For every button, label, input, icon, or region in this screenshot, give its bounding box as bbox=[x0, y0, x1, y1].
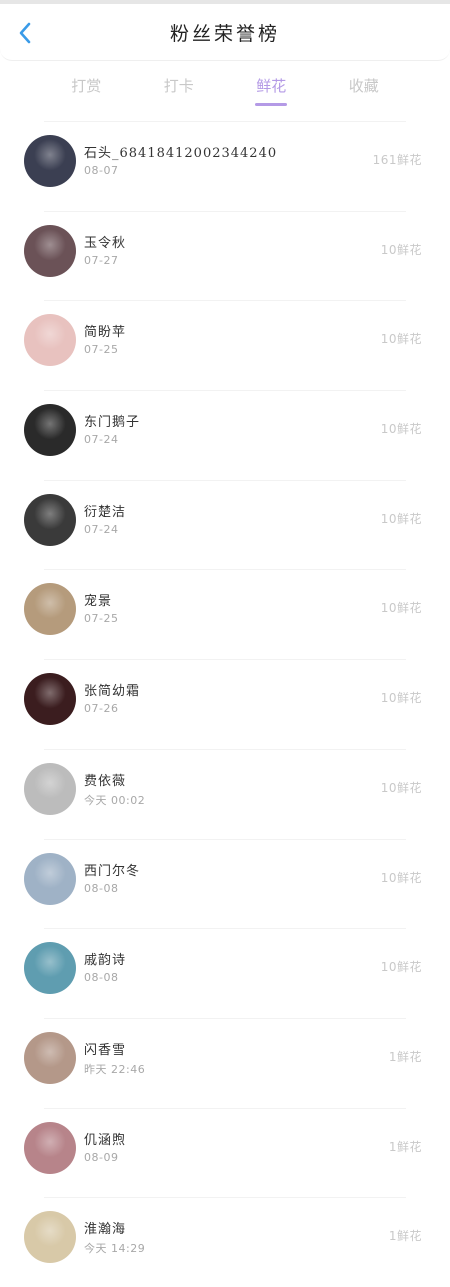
user-date: 08-08 bbox=[84, 971, 119, 985]
user-date: 07-24 bbox=[84, 522, 119, 536]
avatar[interactable] bbox=[24, 135, 76, 187]
avatar[interactable] bbox=[24, 942, 76, 995]
flower-count: 1鲜花 bbox=[388, 1139, 422, 1154]
user-name: 戚韵诗 bbox=[84, 953, 127, 969]
avatar[interactable] bbox=[24, 1211, 76, 1264]
user-date: 07-25 bbox=[84, 343, 119, 357]
tab-flowers[interactable]: 鲜花 bbox=[241, 61, 301, 106]
flower-count: 10鲜花 bbox=[380, 691, 422, 706]
tab-label: 打卡 bbox=[163, 77, 194, 95]
flower-count: 10鲜花 bbox=[380, 332, 422, 347]
avatar[interactable] bbox=[24, 673, 76, 726]
tab-underline bbox=[255, 103, 288, 106]
flower-count: 10鲜花 bbox=[380, 511, 422, 526]
user-name: 西门尔冬 bbox=[84, 863, 141, 879]
tab-bar: 打赏 打卡 鲜花 收藏 bbox=[0, 61, 450, 121]
divider bbox=[44, 300, 406, 302]
list-item[interactable]: 西门尔冬 08-08 10鲜花 bbox=[0, 838, 450, 929]
tab-tip[interactable]: 打赏 bbox=[56, 61, 116, 96]
user-date: 今天 14:29 bbox=[84, 1242, 146, 1256]
list-item[interactable]: 东门鹅子 07-24 10鲜花 bbox=[0, 390, 450, 480]
user-name: 玉令秋 bbox=[84, 235, 127, 251]
user-name: 闪香雪 bbox=[84, 1042, 127, 1058]
flower-count: 10鲜花 bbox=[380, 242, 422, 257]
list-item[interactable]: 简盼苹 07-25 10鲜花 bbox=[0, 300, 450, 390]
tab-checkin[interactable]: 打卡 bbox=[149, 61, 209, 96]
user-name: 衍楚洁 bbox=[84, 504, 127, 520]
avatar[interactable] bbox=[24, 493, 76, 546]
flower-count: 10鲜花 bbox=[380, 870, 422, 885]
user-date: 08-08 bbox=[84, 881, 119, 895]
user-name: 石头_68418412002344240 bbox=[84, 146, 278, 161]
divider bbox=[44, 121, 406, 122]
avatar[interactable] bbox=[24, 1121, 76, 1174]
user-date: 08-07 bbox=[84, 164, 119, 177]
divider bbox=[44, 928, 406, 930]
page-title: 粉丝荣誉榜 bbox=[169, 23, 280, 45]
divider bbox=[44, 390, 406, 392]
flower-count: 10鲜花 bbox=[380, 960, 422, 975]
divider bbox=[44, 1197, 406, 1199]
user-name: 宠景 bbox=[84, 594, 113, 610]
avatar[interactable] bbox=[24, 852, 76, 905]
divider bbox=[44, 838, 406, 840]
flower-count: 1鲜花 bbox=[388, 1049, 422, 1064]
fan-list: 石头_68418412002344240 08-07 161鲜花 玉令秋 07-… bbox=[0, 121, 450, 1287]
avatar[interactable] bbox=[24, 404, 76, 457]
avatar[interactable] bbox=[24, 583, 76, 636]
user-name: 东门鹅子 bbox=[84, 415, 141, 431]
user-date: 今天 00:02 bbox=[84, 793, 146, 807]
list-item[interactable]: 淮瀚海 今天 14:29 1鲜花 bbox=[0, 1197, 450, 1287]
flower-count: 10鲜花 bbox=[380, 422, 422, 437]
divider bbox=[44, 569, 406, 571]
avatar[interactable] bbox=[24, 762, 76, 815]
avatar[interactable] bbox=[24, 1031, 76, 1084]
list-item[interactable]: 仉涵煦 08-09 1鲜花 bbox=[0, 1107, 450, 1198]
divider bbox=[44, 1017, 406, 1019]
flower-count: 10鲜花 bbox=[380, 601, 422, 616]
list-item[interactable]: 张简幼霜 07-26 10鲜花 bbox=[0, 659, 450, 749]
user-name: 淮瀚海 bbox=[84, 1222, 127, 1238]
user-date: 07-26 bbox=[84, 702, 119, 716]
flower-count: 161鲜花 bbox=[372, 153, 422, 167]
user-date: 昨天 22:46 bbox=[84, 1062, 146, 1076]
divider bbox=[44, 479, 406, 481]
list-item[interactable]: 玉令秋 07-27 10鲜花 bbox=[0, 210, 450, 301]
avatar[interactable] bbox=[24, 224, 76, 277]
tab-label: 鲜花 bbox=[256, 77, 287, 95]
user-date: 07-25 bbox=[84, 612, 119, 626]
list-item[interactable]: 衍楚洁 07-24 10鲜花 bbox=[0, 479, 450, 570]
user-date: 08-09 bbox=[84, 1150, 119, 1164]
divider bbox=[44, 748, 406, 750]
list-item[interactable]: 戚韵诗 08-08 10鲜花 bbox=[0, 928, 450, 1018]
list-item[interactable]: 闪香雪 昨天 22:46 1鲜花 bbox=[0, 1017, 450, 1108]
divider bbox=[44, 210, 406, 212]
user-name: 简盼苹 bbox=[84, 325, 127, 341]
list-item[interactable]: 宠景 07-25 10鲜花 bbox=[0, 569, 450, 659]
user-date: 07-27 bbox=[84, 253, 119, 267]
list-item[interactable]: 石头_68418412002344240 08-07 161鲜花 bbox=[0, 121, 450, 211]
list-item[interactable]: 费依薇 今天 00:02 10鲜花 bbox=[0, 748, 450, 839]
avatar[interactable] bbox=[24, 314, 76, 367]
flower-count: 1鲜花 bbox=[388, 1229, 422, 1244]
tab-label: 打赏 bbox=[71, 77, 102, 95]
user-name: 张简幼霜 bbox=[84, 684, 141, 700]
user-date: 07-24 bbox=[84, 433, 119, 447]
tab-favorites[interactable]: 收藏 bbox=[334, 61, 394, 96]
divider bbox=[44, 1107, 406, 1109]
divider bbox=[44, 659, 406, 661]
navbar: 粉丝荣誉榜 bbox=[0, 4, 450, 61]
tab-label: 收藏 bbox=[348, 77, 379, 95]
flower-count: 10鲜花 bbox=[380, 780, 422, 795]
user-name: 费依薇 bbox=[84, 773, 127, 789]
user-name: 仉涵煦 bbox=[84, 1132, 127, 1148]
